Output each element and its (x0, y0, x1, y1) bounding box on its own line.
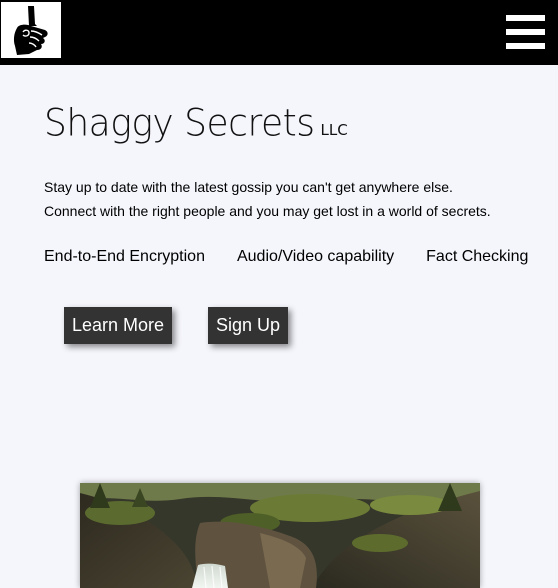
tagline-line-2: Connect with the right people and you ma… (44, 203, 491, 219)
learn-more-button[interactable]: Learn More (64, 307, 172, 344)
feature-audio-video: Audio/Video capability (236, 248, 395, 265)
brand-suffix: LLC (320, 121, 348, 139)
forest-waterfall-canyon-image (80, 483, 480, 588)
feature-fact-checking: Fact Checking (426, 248, 529, 265)
top-navigation-bar (0, 0, 558, 65)
feature-list: End-to-End Encryption Audio/Video capabil… (44, 248, 528, 266)
hand-shush-icon (13, 6, 48, 55)
menu-bar-middle (506, 29, 545, 35)
logo[interactable] (1, 2, 61, 58)
menu-bar-bottom (506, 43, 545, 49)
hamburger-menu-button[interactable] (506, 15, 546, 51)
brand-title: Shaggy Secrets LLC (44, 101, 348, 146)
tagline-line-1: Stay up to date with the latest gossip y… (44, 179, 453, 195)
hero-image (80, 483, 480, 588)
feature-encryption: End-to-End Encryption (44, 248, 205, 265)
brand-name: Shaggy Secrets (44, 101, 315, 146)
menu-bar-top (506, 15, 545, 21)
sign-up-button[interactable]: Sign Up (208, 307, 288, 344)
